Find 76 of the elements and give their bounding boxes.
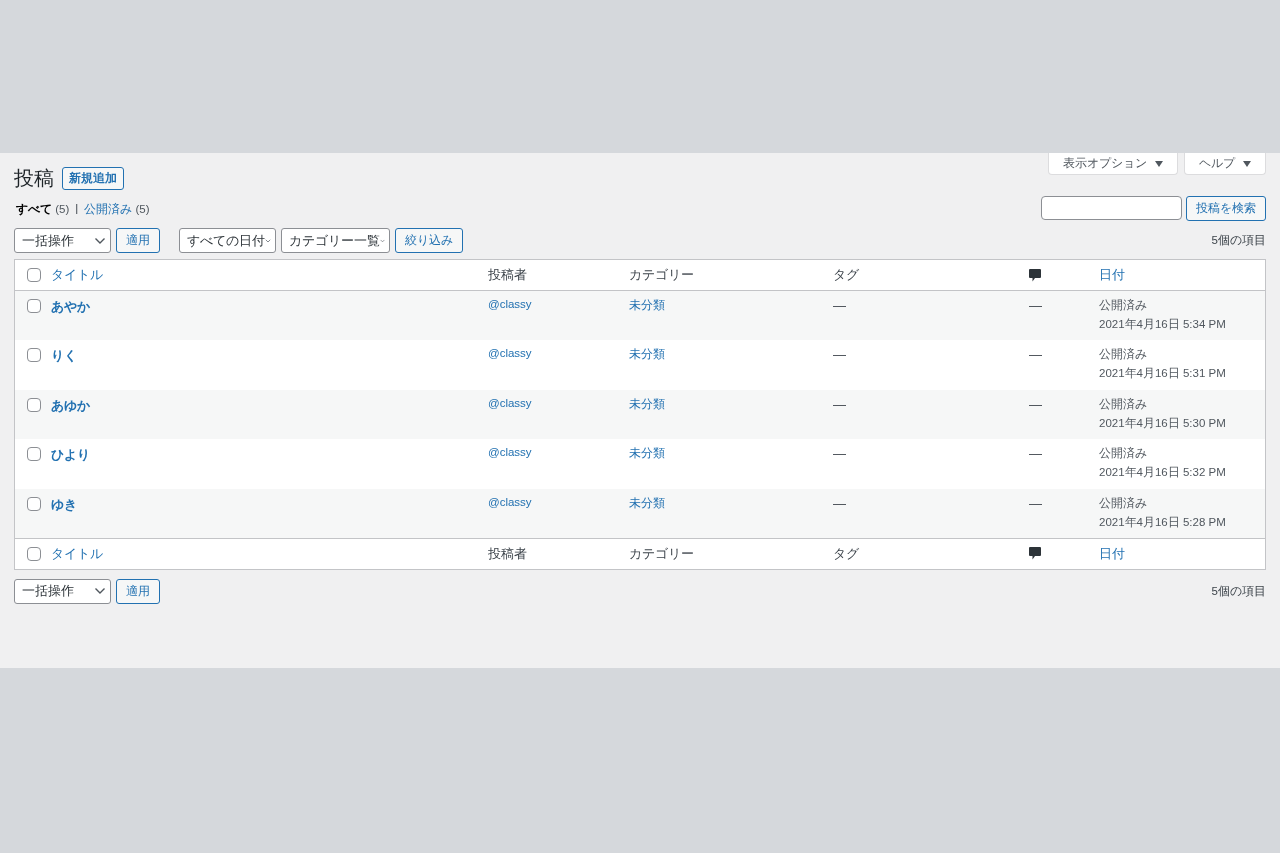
post-title-link[interactable]: あゆか: [51, 396, 90, 415]
category-link[interactable]: 未分類: [629, 446, 665, 462]
column-header: 投稿者: [488, 266, 527, 284]
post-date: 2021年4月16日 5:34 PM: [1099, 317, 1226, 332]
column-header: カテゴリー: [629, 266, 694, 284]
table-cell: —: [1029, 446, 1042, 462]
separator: |: [75, 202, 79, 216]
status-filter-link[interactable]: 公開済み (5): [84, 202, 150, 217]
apply-button[interactable]: 適用: [116, 228, 160, 253]
post-status: 公開済み: [1099, 396, 1147, 412]
checkbox[interactable]: [27, 268, 41, 282]
screen-options-tab[interactable]: 表示オプション: [1048, 153, 1178, 175]
apply-button[interactable]: 適用: [116, 578, 160, 604]
post-title-link[interactable]: ゆき: [51, 495, 77, 514]
column-header: タグ: [833, 266, 859, 284]
chevron-down-icon: [94, 236, 106, 245]
checkbox[interactable]: [27, 546, 41, 561]
comment-bubble-icon: [1029, 268, 1041, 282]
post-status: 公開済み: [1099, 347, 1147, 363]
category-link[interactable]: 未分類: [629, 495, 665, 511]
table-cell: —: [833, 298, 846, 313]
table-cell: —: [1029, 298, 1042, 313]
post-status: 公開済み: [1099, 298, 1147, 313]
author-link[interactable]: @classy: [488, 347, 532, 360]
status-filter-link[interactable]: すべて (5): [16, 202, 70, 217]
post-status: 公開済み: [1099, 446, 1147, 462]
table-cell: —: [833, 446, 846, 462]
post-title-link[interactable]: ひより: [51, 446, 90, 465]
table-cell: —: [833, 495, 846, 511]
dropdown-select[interactable]: 一括操作: [14, 578, 111, 604]
items-count: 5個の項目: [1211, 233, 1266, 248]
post-date: 2021年4月16日 5:32 PM: [1099, 465, 1226, 481]
table-cell: —: [1029, 495, 1042, 511]
column-header: タグ: [833, 544, 859, 563]
post-date: 2021年4月16日 5:31 PM: [1099, 366, 1226, 382]
caret-down-icon: [1155, 160, 1163, 167]
column-header: 投稿者: [488, 544, 527, 563]
dropdown-select[interactable]: 一括操作: [14, 228, 111, 253]
table-cell: —: [833, 396, 846, 412]
column-header: カテゴリー: [629, 544, 694, 563]
author-link[interactable]: @classy: [488, 446, 532, 459]
checkbox[interactable]: [27, 447, 41, 462]
chevron-down-icon: [94, 587, 106, 596]
column-sort-link[interactable]: 日付: [1099, 544, 1125, 563]
table-cell: —: [833, 347, 846, 363]
checkbox[interactable]: [27, 299, 41, 313]
help-tab[interactable]: ヘルプ: [1184, 153, 1266, 175]
checkbox[interactable]: [27, 397, 41, 412]
comment-bubble-icon: [1029, 547, 1041, 561]
category-link[interactable]: 未分類: [629, 396, 665, 412]
category-link[interactable]: 未分類: [629, 347, 665, 363]
checkbox[interactable]: [27, 348, 41, 363]
add-new-button[interactable]: 新規追加: [62, 167, 124, 190]
column-sort-link[interactable]: タイトル: [51, 266, 103, 284]
checkbox[interactable]: [27, 496, 41, 511]
post-title-link[interactable]: りく: [51, 347, 77, 366]
search-button[interactable]: 投稿を検索: [1186, 196, 1266, 221]
column-sort-link[interactable]: タイトル: [51, 544, 103, 563]
author-link[interactable]: @classy: [488, 298, 532, 310]
post-title-link[interactable]: あやか: [51, 298, 90, 316]
post-date: 2021年4月16日 5:30 PM: [1099, 415, 1226, 431]
author-link[interactable]: @classy: [488, 396, 532, 409]
post-date: 2021年4月16日 5:28 PM: [1099, 514, 1226, 530]
dropdown-select[interactable]: カテゴリー一覧: [281, 228, 390, 253]
author-link[interactable]: @classy: [488, 495, 532, 508]
column-sort-link[interactable]: 日付: [1099, 266, 1125, 284]
filter-button[interactable]: 絞り込み: [395, 228, 463, 253]
category-link[interactable]: 未分類: [629, 298, 665, 313]
search-field[interactable]: [1041, 196, 1182, 220]
page-title: 投稿: [14, 166, 54, 191]
post-status: 公開済み: [1099, 495, 1147, 511]
dropdown-select[interactable]: すべての日付: [179, 228, 276, 253]
items-count: 5個の項目: [1211, 583, 1266, 599]
table-cell: —: [1029, 396, 1042, 412]
table-cell: —: [1029, 347, 1042, 363]
caret-down-icon: [1243, 160, 1251, 167]
